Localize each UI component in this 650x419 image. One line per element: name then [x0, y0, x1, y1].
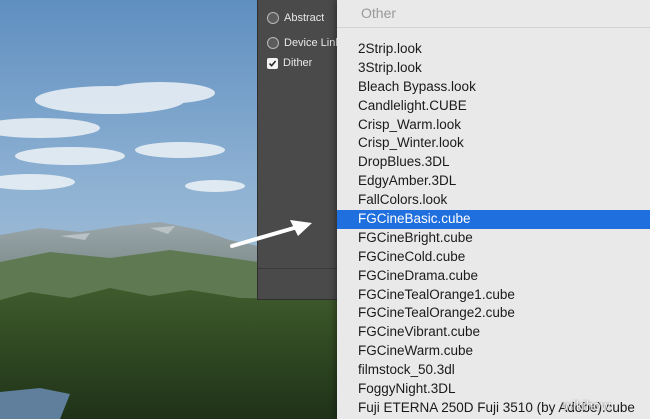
dropdown-item[interactable]: FGCineDrama.cube — [337, 267, 650, 286]
dither-option[interactable]: Dither — [267, 55, 312, 71]
dropdown-item[interactable]: 3Strip.look — [337, 59, 650, 78]
radio-icon[interactable] — [267, 37, 279, 49]
dropdown-item[interactable]: Crisp_Warm.look — [337, 116, 650, 135]
dropdown-item[interactable]: FGCineCold.cube — [337, 248, 650, 267]
dropdown-item[interactable]: FGCineTealOrange2.cube — [337, 304, 650, 323]
dropdown-divider — [337, 27, 650, 28]
dropdown-item[interactable]: Bleach Bypass.look — [337, 78, 650, 97]
dropdown-header-other[interactable]: Other — [361, 5, 396, 21]
dropdown-item[interactable]: DropBlues.3DL — [337, 153, 650, 172]
radio-icon[interactable] — [267, 12, 279, 24]
dither-label: Dither — [283, 57, 313, 69]
dropdown-item[interactable]: FGCineTealOrange1.cube — [337, 286, 650, 305]
dropdown-item[interactable]: FGCineBright.cube — [337, 229, 650, 248]
abstract-option[interactable]: Abstract — [267, 10, 324, 26]
lut-file-dropdown[interactable]: Other 2Strip.look 3Strip.look Bleach Bypas… — [337, 0, 650, 419]
dropdown-item[interactable]: FGCineWarm.cube — [337, 342, 650, 361]
device-link-label: Device Link — [284, 37, 341, 49]
dropdown-item[interactable]: FallColors.look — [337, 191, 650, 210]
dropdown-item[interactable]: Candlelight.CUBE — [337, 97, 650, 116]
checkbox-checked-icon[interactable] — [267, 57, 278, 69]
dropdown-item[interactable]: EdgyAmber.3DL — [337, 172, 650, 191]
dropdown-item[interactable]: filmstock_50.3dl — [337, 361, 650, 380]
device-link-option[interactable]: Device Link — [267, 35, 341, 51]
dialog-divider — [258, 268, 338, 269]
dropdown-item[interactable]: Crisp_Winter.look — [337, 134, 650, 153]
dropdown-item[interactable]: FGCineVibrant.cube — [337, 323, 650, 342]
annotation-arrow-icon — [230, 220, 312, 248]
dropdown-item-selected[interactable]: FGCineBasic.cube — [337, 210, 650, 229]
abstract-label: Abstract — [284, 12, 325, 24]
dropdown-item[interactable]: FoggyNight.3DL — [337, 380, 650, 399]
dropdown-list: 2Strip.look 3Strip.look Bleach Bypass.look… — [337, 40, 650, 418]
color-lookup-dialog: Abstract Device Link Dither — [257, 0, 341, 300]
dropdown-item[interactable]: 2Strip.look — [337, 40, 650, 59]
watermark: wikihow — [563, 398, 611, 413]
